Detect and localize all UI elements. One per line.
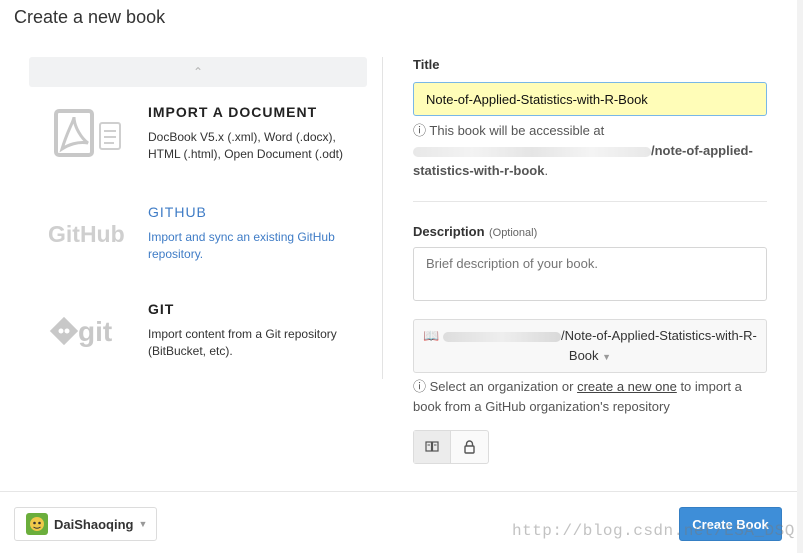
source-description: DocBook V5.x (.xml), Word (.docx), HTML …	[148, 130, 343, 161]
info-icon: ⓘ	[413, 123, 427, 138]
chevron-down-icon: ▼	[602, 352, 612, 362]
description-input[interactable]	[413, 247, 767, 301]
book-open-icon	[425, 441, 439, 452]
svg-text:git: git	[78, 316, 112, 347]
source-import-document[interactable]: IMPORT A DOCUMENT DocBook V5.x (.xml), W…	[29, 104, 367, 174]
visibility-toggle	[413, 430, 489, 464]
optional-tag: (Optional)	[488, 227, 538, 239]
repo-name: /Note-of-Applied-Statistics-with-R-Book	[561, 328, 757, 363]
public-book-button[interactable]	[414, 431, 452, 463]
source-name: GIT	[148, 301, 175, 317]
source-name: GITHUB	[148, 204, 207, 220]
title-input[interactable]	[413, 82, 767, 116]
page-title: Create a new book	[14, 7, 166, 27]
footer-divider	[0, 491, 797, 492]
svg-text:GitHub: GitHub	[48, 221, 125, 247]
lock-icon	[464, 440, 475, 454]
section-divider	[413, 201, 767, 202]
private-book-button[interactable]	[451, 431, 488, 463]
book-icon: 📖	[423, 328, 440, 343]
access-note-text: This book will be accessible at	[429, 123, 605, 138]
create-book-button[interactable]: Create Book	[679, 507, 782, 541]
chevron-down-icon: ▼	[138, 519, 148, 529]
access-note: ⓘ This book will be accessible at /note-…	[413, 123, 753, 178]
redacted-owner	[443, 331, 562, 342]
github-logo: GitHub	[43, 204, 133, 264]
source-git[interactable]: git GIT Import content from a Git reposi…	[29, 301, 367, 371]
book-form: Title ⓘ This book will be accessible at …	[413, 57, 767, 464]
avatar	[26, 513, 48, 535]
source-description: Import and sync an existing GitHub repos…	[148, 230, 335, 261]
description-label-row: Description (Optional)	[413, 223, 537, 241]
chevron-up-icon: ⌃	[192, 65, 204, 79]
account-selector[interactable]: DaiShaoqing ▼	[14, 507, 157, 541]
git-logo: git	[43, 301, 133, 361]
repository-selector[interactable]: 📖 /Note-of-Applied-Statistics-with-R-Boo…	[413, 319, 767, 373]
pdf-document-icon	[43, 104, 133, 164]
user-name: DaiShaoqing	[54, 516, 134, 532]
source-name: IMPORT A DOCUMENT	[148, 104, 318, 120]
organization-note: ⓘ Select an organization or create a new…	[413, 377, 767, 417]
redacted-domain	[413, 146, 651, 157]
title-label: Title	[413, 57, 440, 72]
create-organization-link[interactable]: create a new one	[577, 379, 677, 394]
scrollbar[interactable]	[797, 0, 803, 553]
collapse-bar[interactable]: ⌃	[29, 57, 367, 87]
source-description: Import content from a Git repository (Bi…	[148, 327, 337, 358]
source-list: ⌃ IMPORT A DOCUMENT DocBook V5.x (.xml),…	[29, 57, 367, 358]
column-divider	[382, 57, 383, 379]
info-icon: ⓘ	[413, 379, 427, 394]
description-label: Description	[413, 224, 485, 239]
org-note-text: Select an organization or	[429, 379, 574, 394]
source-github[interactable]: GitHub GITHUB Import and sync an existin…	[29, 204, 367, 274]
